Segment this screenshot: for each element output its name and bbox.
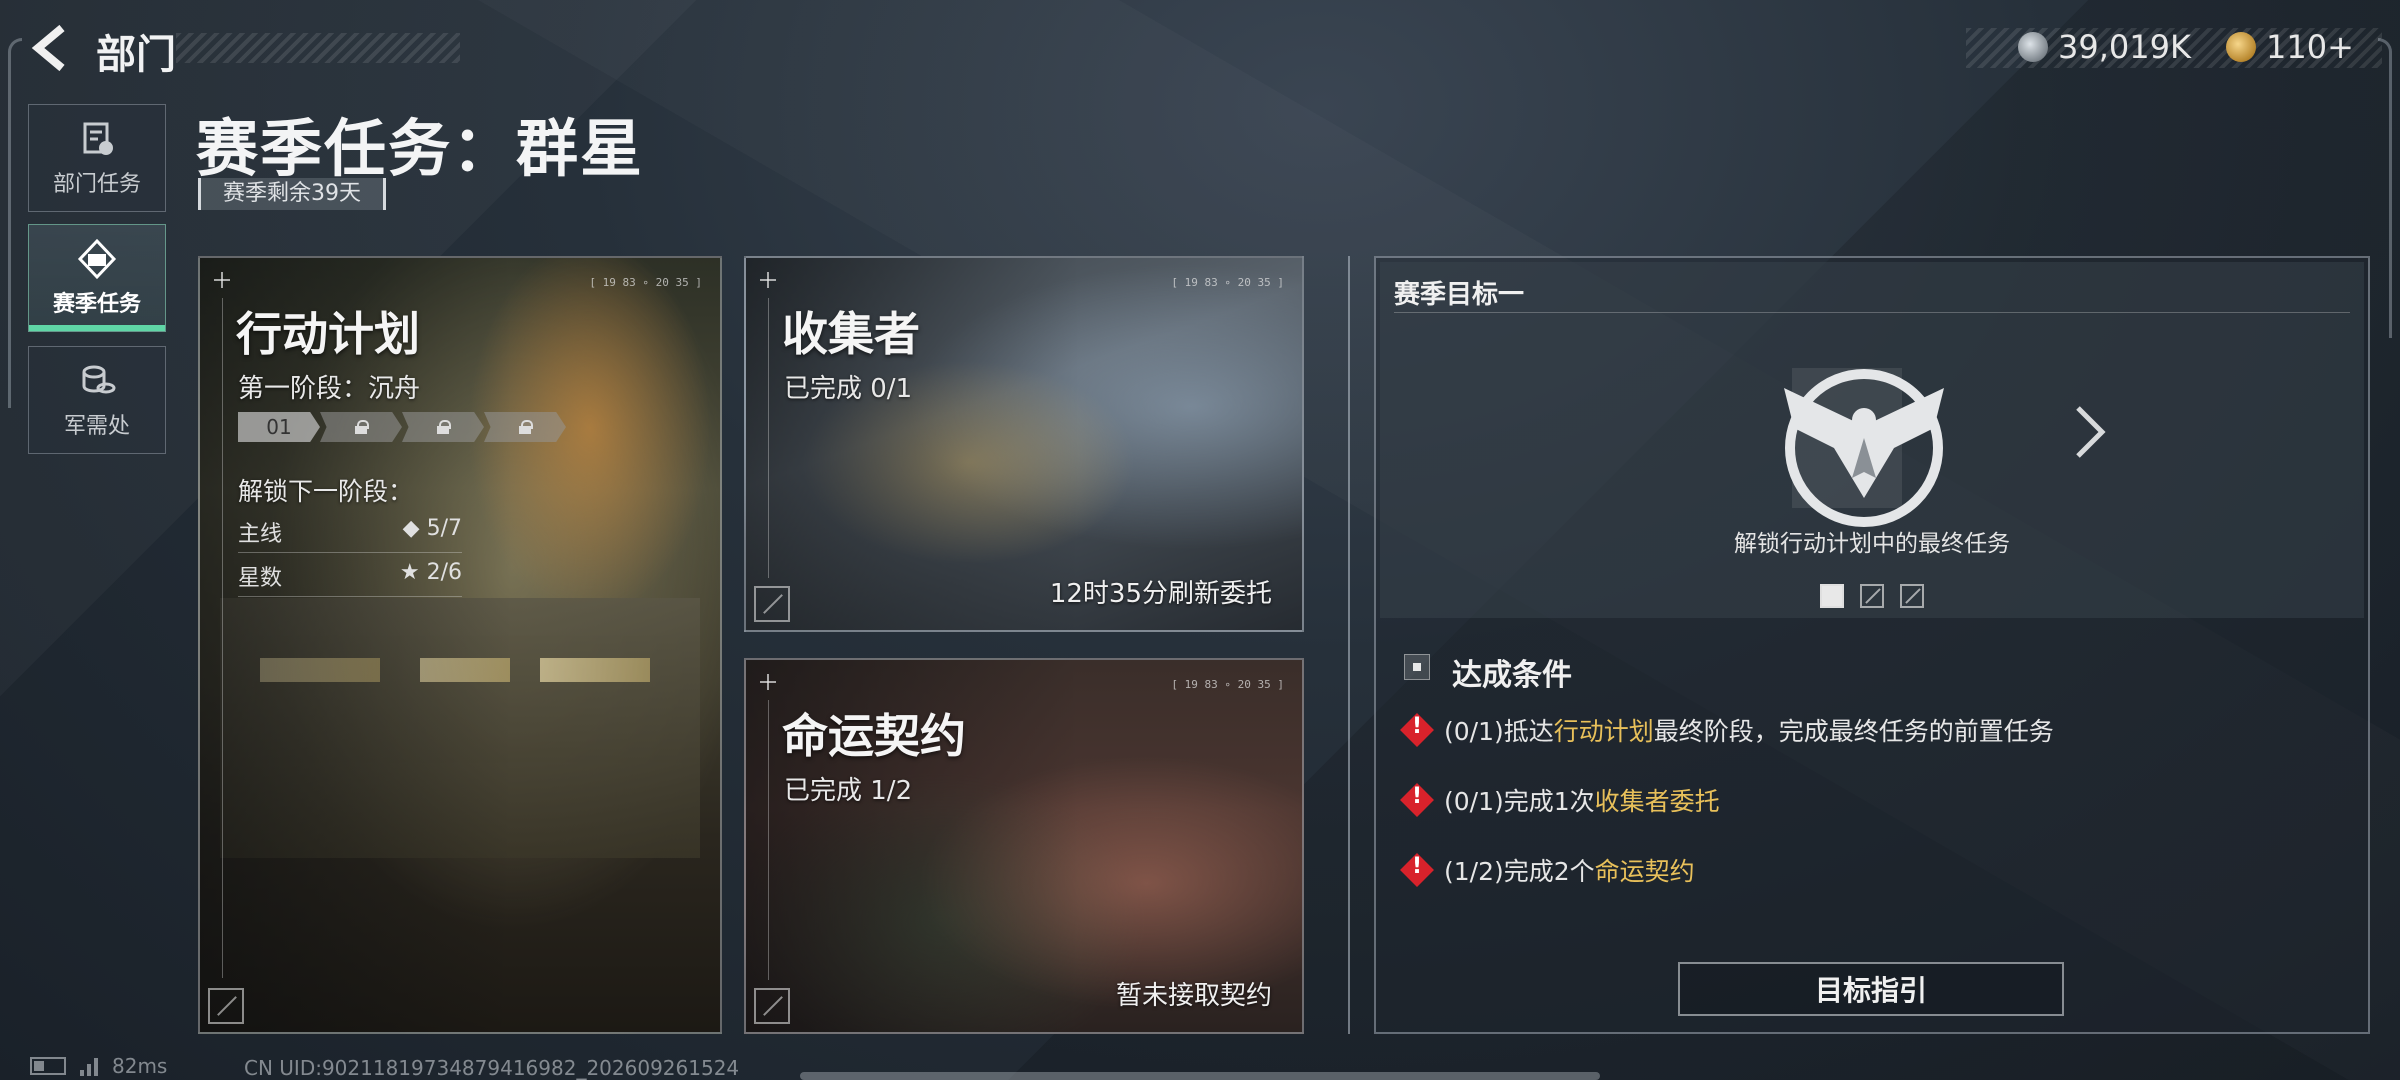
sidebar-item-label: 赛季任务 [52, 292, 141, 317]
season-goal-panel: 赛季目标一 解锁行动计划中的最终任务 达成条件 (0/1)抵达行动计划最终阶段，… [1374, 256, 2370, 1034]
eagle-emblem-icon [1784, 368, 1944, 527]
divider [1348, 256, 1350, 1034]
condition-item: (0/1)抵达行动计划最终阶段，完成最终任务的前置任务 [1400, 712, 2054, 748]
ping-value: 82ms [112, 1054, 168, 1078]
lock-icon [519, 420, 533, 434]
goal-description: 解锁行动计划中的最终任务 [1734, 531, 2010, 557]
condition-highlight[interactable]: 行动计划 [1554, 717, 1654, 746]
sidebar-item-season-tasks[interactable]: 赛季任务 [28, 224, 166, 332]
expand-icon [754, 988, 790, 1024]
frame-right [2378, 38, 2392, 338]
season-icon [77, 238, 117, 280]
page-title: 赛季任务：群星 [196, 112, 645, 185]
warning-icon [1400, 713, 1434, 747]
card-title: 行动计划 [236, 307, 420, 361]
expand-icon [754, 586, 790, 622]
status-bar: 82ms [30, 1054, 167, 1078]
corner-plus-icon [214, 272, 230, 288]
conditions-icon [1404, 654, 1430, 680]
pager-dot-active[interactable] [1820, 584, 1844, 608]
goal-preview: 赛季目标一 解锁行动计划中的最终任务 [1380, 262, 2364, 618]
card-title: 命运契约 [782, 709, 966, 763]
currency-silver[interactable]: 39,019K [2018, 28, 2191, 66]
battery-icon [30, 1057, 66, 1075]
document-icon [83, 122, 113, 155]
user-uid: CN UID:90211819734879416982_202609261524 [244, 1056, 740, 1080]
title-decoration [176, 33, 460, 63]
lock-icon [437, 420, 451, 434]
warning-icon [1400, 853, 1434, 887]
pager-dot[interactable] [1900, 584, 1924, 608]
main-line-row: 主线 ◆ 5/7 [238, 516, 462, 553]
back-arrow-icon[interactable] [28, 22, 76, 74]
currency-gold-value: 110+ [2266, 28, 2354, 66]
condition-highlight[interactable]: 收集者委托 [1595, 787, 1720, 816]
expand-icon [208, 988, 244, 1024]
signal-icon [80, 1056, 98, 1076]
card-stage: 第一阶段：沉舟 [238, 374, 421, 404]
frame-left [8, 38, 22, 408]
condition-item: (0/1)完成1次收集者委托 [1400, 782, 1720, 818]
stage-1: 01 [238, 412, 320, 442]
next-goal-arrow-icon[interactable] [2070, 402, 2110, 462]
condition-item: (1/2)完成2个命运契约 [1400, 852, 1695, 888]
coins-icon [82, 365, 116, 394]
card-corner-code: [ 19 83 ∘ 20 35 ] [1171, 678, 1284, 691]
card-corner-code: [ 19 83 ∘ 20 35 ] [1171, 276, 1284, 289]
card-progress: 已完成 1/2 [784, 776, 913, 806]
corner-plus-icon [760, 272, 776, 288]
sidebar-item-label: 部门任务 [52, 172, 141, 197]
back-title[interactable]: 部门 [96, 22, 176, 80]
unlock-next-label: 解锁下一阶段： [238, 477, 414, 506]
card-corner-code: [ 19 83 ∘ 20 35 ] [589, 276, 702, 289]
stage-locked [484, 412, 566, 442]
stage-locked [402, 412, 484, 442]
currency-silver-value: 39,019K [2058, 28, 2191, 66]
operation-plan-card[interactable]: [ 19 83 ∘ 20 35 ] 行动计划 第一阶段：沉舟 01 解锁下一阶段… [198, 256, 722, 1034]
star-label: 星数 [238, 566, 283, 591]
silver-coin-icon [2018, 32, 2048, 62]
currency-gold[interactable]: 110+ [2226, 28, 2354, 66]
sidebar-item-label: 军需处 [63, 414, 130, 439]
gold-coin-icon [2226, 32, 2256, 62]
collector-card[interactable]: [ 19 83 ∘ 20 35 ] 收集者 已完成 0/1 12时35分刷新委托 [744, 256, 1304, 632]
fate-contract-card[interactable]: [ 19 83 ∘ 20 35 ] 命运契约 已完成 1/2 暂未接取契约 [744, 658, 1304, 1034]
condition-highlight[interactable]: 命运契约 [1595, 857, 1695, 886]
main-line-value: ◆ 5/7 [402, 516, 462, 541]
scrollbar[interactable] [800, 1072, 1600, 1080]
goal-title: 赛季目标一 [1394, 280, 1525, 310]
goal-pager[interactable] [1380, 584, 2364, 608]
sidebar-item-quartermaster[interactable]: 军需处 [28, 346, 166, 454]
conditions-title: 达成条件 [1452, 658, 1572, 693]
star-row: 星数 ★ 2/6 [238, 560, 462, 597]
card-title: 收集者 [782, 307, 920, 361]
star-value: ★ 2/6 [399, 560, 462, 585]
main-line-label: 主线 [238, 522, 283, 547]
season-remaining-badge: 赛季剩余39天 [198, 178, 386, 210]
stage-progress: 01 [238, 412, 566, 442]
goal-guide-button[interactable]: 目标指引 [1678, 962, 2064, 1016]
sidebar-item-department-tasks[interactable]: 部门任务 [28, 104, 166, 212]
pager-dot[interactable] [1860, 584, 1884, 608]
warning-icon [1400, 783, 1434, 817]
stage-locked [320, 412, 402, 442]
corner-plus-icon [760, 674, 776, 690]
lock-icon [355, 420, 369, 434]
card-progress: 已完成 0/1 [784, 374, 913, 404]
refresh-timer: 12时35分刷新委托 [1049, 579, 1272, 609]
contract-status: 暂未接取契约 [1115, 981, 1272, 1011]
